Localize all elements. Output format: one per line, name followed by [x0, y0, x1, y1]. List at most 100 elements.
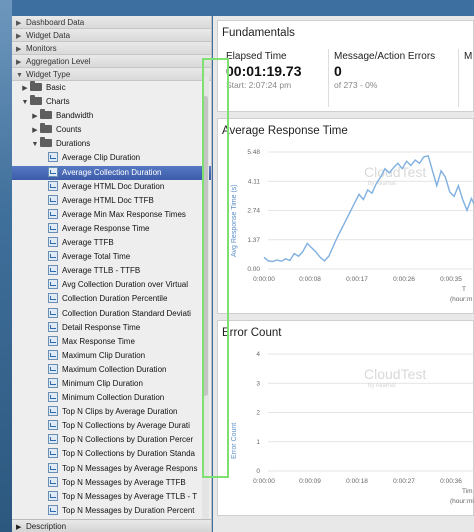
y-tick-label: 5.48 [247, 149, 260, 156]
tree-item[interactable]: Average HTML Doc TTFB [12, 194, 211, 208]
section-label: Widget Type [26, 70, 71, 79]
chart-widget-icon [48, 462, 58, 473]
expand-arrow-icon[interactable]: ▶ [30, 110, 40, 123]
chart-widget-icon [48, 448, 58, 459]
tree-item[interactable]: Minimum Clip Duration [12, 377, 211, 391]
metric-subtext: Start: 2:07:24 pm [226, 80, 292, 90]
chart-widget-icon [48, 321, 58, 332]
tree-folder[interactable]: ▶ Counts [12, 123, 211, 137]
tree-item-label: Average Response Time [62, 223, 150, 233]
chart-widget-icon [48, 208, 58, 219]
section-monitors[interactable]: ▶ Monitors [12, 42, 211, 55]
chart-widget-icon [48, 434, 58, 445]
tree-item[interactable]: Top N Messages by Duration Percent [12, 504, 211, 518]
tree-item[interactable]: Top N Collections by Duration Percer [12, 433, 211, 447]
tree-item[interactable]: Average Total Time [12, 250, 211, 264]
tree-folder[interactable]: ▼ Charts [12, 95, 211, 109]
tree-item[interactable]: Average Min Max Response Times [12, 208, 211, 222]
x-tick-label: 0:00:35 [440, 276, 462, 283]
watermark-sub: by Akamai [368, 383, 396, 389]
tree-item[interactable]: Minimum Collection Duration [12, 391, 211, 405]
tree-item-label: Minimum Clip Duration [62, 378, 143, 388]
widget-title: Average Response Time [222, 125, 348, 137]
tree-item-label: Top N Clips by Average Duration [62, 407, 178, 417]
tree-item-label: Top N Messages by Duration Percent [62, 505, 195, 515]
section-label: Description [26, 522, 67, 531]
tree-item[interactable]: Avg Collection Duration over Virtual [12, 278, 211, 292]
x-tick-label: 0:00:17 [346, 276, 368, 283]
tree-item[interactable]: Top N Messages by Average TTFB [12, 476, 211, 490]
tree-item-label: Durations [56, 139, 91, 149]
tree-item-label: Avg Collection Duration over Virtual [62, 280, 188, 290]
tree-item-label: Maximum Clip Duration [62, 350, 146, 360]
tree-item[interactable]: Average TTLB - TTFB [12, 264, 211, 278]
chart-widget-icon [48, 152, 58, 163]
expand-arrow-icon[interactable]: ▶ [30, 124, 40, 137]
tree-item[interactable]: Collection Duration Standard Deviati [12, 307, 211, 321]
chart-widget-icon [48, 420, 58, 431]
chart-widget-icon [48, 251, 58, 262]
chart-widget-icon [48, 504, 58, 515]
tree-folder[interactable]: ▶ Bandwidth [12, 109, 211, 123]
errors-metric: Message/Action Errors 0 of 273 - 0% [334, 51, 454, 109]
tree-item[interactable]: Top N Messages by Average Respons [12, 462, 211, 476]
tree-item[interactable]: Collection Duration Percentile [12, 292, 211, 306]
chart-widget-icon [48, 392, 58, 403]
scrollbar-thumb[interactable] [203, 96, 208, 396]
tree-item-label: Max Response Time [62, 336, 135, 346]
section-label: Widget Data [26, 31, 71, 40]
tree-item-label: Counts [56, 125, 82, 135]
tree-item[interactable]: Top N Collections by Average Durati [12, 419, 211, 433]
response-time-widget[interactable]: Average Response Time 0.00 1.37 2.74 4.11 5.… [217, 118, 474, 314]
collapse-arrow-icon[interactable]: ▼ [20, 96, 30, 109]
widget-palette-panel: ▶ Dashboard Data ▶ Widget Data ▶ Monitors ▶… [12, 16, 212, 532]
section-label: Dashboard Data [26, 18, 85, 27]
y-tick-label: 1.37 [247, 237, 260, 244]
section-aggregation-level[interactable]: ▶ Aggregation Level [12, 55, 211, 68]
y-tick-label: 0 [256, 468, 260, 475]
tree-item[interactable]: Average TTFB [12, 236, 211, 250]
tree-item[interactable]: Top N Clips by Average Duration [12, 405, 211, 419]
elapsed-time-metric: Elapsed Time 00:01:19.73 Start: 2:07:24 … [226, 51, 326, 109]
x-tick-label: 0:00:18 [346, 478, 368, 485]
fundamentals-widget[interactable]: Fundamentals Elapsed Time 00:01:19.73 St… [217, 20, 474, 112]
section-description[interactable]: ▶ Description [12, 519, 211, 532]
tree-item[interactable]: Maximum Collection Duration [12, 363, 211, 377]
tree-item[interactable]: Max Response Time [12, 335, 211, 349]
metric-value: 0 [334, 63, 342, 79]
folder-icon [30, 81, 42, 91]
tree-item-label: Average Min Max Response Times [62, 209, 186, 219]
section-widget-data[interactable]: ▶ Widget Data [12, 29, 211, 42]
tree-item[interactable]: Average Collection Duration [12, 165, 211, 180]
tree-item-label: Top N Collections by Duration Standa [62, 449, 195, 459]
tree-folder[interactable]: ▶ Basic [12, 81, 211, 95]
expand-arrow-icon[interactable]: ▶ [20, 82, 30, 95]
tree-item[interactable]: Top N Messages by Average TTLB - T [12, 490, 211, 504]
section-dashboard-data[interactable]: ▶ Dashboard Data [12, 16, 211, 29]
tree-item-label: Average Total Time [62, 252, 131, 262]
tree-item[interactable]: Average HTML Doc Duration [12, 180, 211, 194]
desktop-background [0, 0, 12, 532]
collapse-arrow-icon[interactable]: ▼ [30, 138, 40, 151]
tree-item[interactable]: Maximum Clip Duration [12, 349, 211, 363]
chart-widget-icon [48, 490, 58, 501]
chart-widget-icon [48, 166, 58, 177]
widget-title: Error Count [222, 327, 282, 339]
tree-item-label: Average TTFB [62, 238, 114, 248]
tree-scrollbar[interactable] [202, 76, 209, 528]
tree-item[interactable]: Detail Response Time [12, 321, 211, 335]
tree-item[interactable]: Average Clip Duration [12, 151, 211, 165]
widget-title: Fundamentals [222, 27, 295, 39]
chart-widget-icon [48, 237, 58, 248]
metric-divider [458, 49, 459, 107]
section-widget-type[interactable]: ▼ Widget Type [12, 68, 211, 81]
tree-item[interactable]: Average Response Time [12, 222, 211, 236]
tree-folder[interactable]: ▼ Durations [12, 137, 211, 151]
tree-item-label: Average HTML Doc TTFB [62, 195, 154, 205]
tree-item[interactable]: Top N Collections by Duration Standa [12, 447, 211, 461]
y-tick-label: 2.74 [247, 208, 260, 215]
error-count-widget[interactable]: Error Count 0 1 2 3 4 0:00:00 0:00:09 0:00:18 0:… [217, 320, 474, 516]
dashboard-area: Fundamentals Elapsed Time 00:01:19.73 St… [213, 16, 474, 532]
expand-arrow-icon: ▶ [16, 524, 22, 531]
metric-value: 00:01:19.73 [226, 63, 302, 79]
